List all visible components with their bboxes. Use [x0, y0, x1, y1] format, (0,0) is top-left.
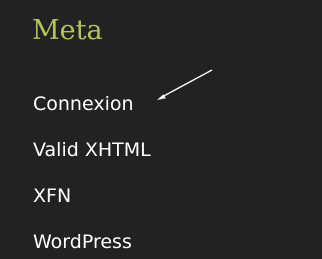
list-item: XFN [33, 182, 71, 210]
list-item: Valid XHTML [33, 136, 151, 164]
widget-title: Meta [32, 15, 103, 46]
wordpress-link[interactable]: WordPress [33, 231, 132, 253]
connexion-link[interactable]: Connexion [33, 93, 134, 115]
xfn-link[interactable]: XFN [33, 185, 71, 207]
valid-xhtml-link[interactable]: Valid XHTML [33, 139, 151, 161]
meta-widget: Meta Connexion Valid XHTML XFN WordPress [0, 0, 322, 259]
list-item: WordPress [33, 228, 132, 256]
list-item: Connexion [33, 90, 134, 118]
